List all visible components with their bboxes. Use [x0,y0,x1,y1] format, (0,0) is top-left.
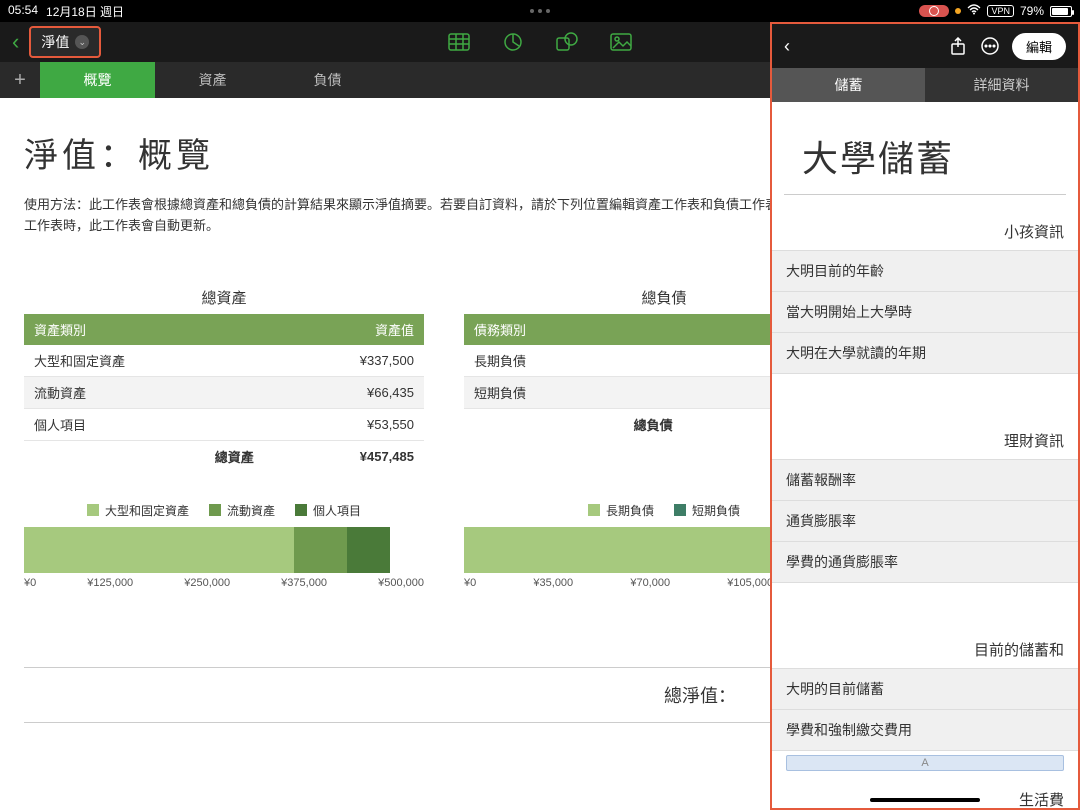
wifi-icon [967,4,981,18]
table-view-icon[interactable] [448,31,470,53]
assets-total-value: ¥457,485 [264,440,424,472]
panel-tabs: 儲蓄 詳細資料 [772,68,1078,102]
panel-back-button[interactable]: ‹ [784,36,790,57]
status-date: 12月18日 週日 [46,3,124,20]
table-row: 流動資產¥66,435 [24,376,424,408]
status-time: 05:54 [8,3,38,20]
status-bar: 05:54 12月18日 週日 VPN 79% [0,0,1080,22]
assets-table[interactable]: 資產類別 資產值 大型和固定資產¥337,500 流動資產¥66,435 個人項… [24,314,424,472]
list-item[interactable]: 大明目前的年齡 [772,251,1078,292]
share-icon[interactable] [948,36,968,56]
net-worth-label: 總淨值： [24,682,796,708]
assets-title: 總資產 [24,287,424,308]
table-row: 大型和固定資產¥337,500 [24,345,424,377]
panel-section-living: 生活費 [772,771,1078,808]
more-icon[interactable] [980,36,1000,56]
panel-section-finance: 理財資訊 [772,424,1078,459]
tab-assets[interactable]: 資產 [155,62,270,98]
list-item[interactable]: 通貨膨脹率 [772,501,1078,542]
liab-header-cat: 債務類別 [464,314,683,345]
assets-total-label: 總資產 [24,440,264,472]
list-item[interactable]: 大明在大學就讀的年期 [772,333,1078,374]
multitask-dots[interactable] [363,9,718,13]
panel-tab-savings[interactable]: 儲蓄 [772,68,925,102]
panel-tab-details[interactable]: 詳細資料 [925,68,1078,102]
vpn-icon: VPN [987,5,1014,17]
battery-percent: 79% [1020,4,1044,18]
table-row: 個人項目¥53,550 [24,408,424,440]
screen-record-indicator[interactable] [919,5,949,17]
media-view-icon[interactable] [610,31,632,53]
assets-chart: 大型和固定資產 流動資產 個人項目 ¥0 ¥125,000 ¥250,000 ¥… [24,472,424,617]
add-sheet-button[interactable]: + [0,62,40,98]
edit-button[interactable]: 編輯 [1012,33,1066,60]
battery-icon [1050,6,1072,17]
home-indicator[interactable] [870,798,980,802]
tab-liabilities[interactable]: 負債 [270,62,385,98]
back-button[interactable]: ‹ [12,29,19,55]
tab-overview[interactable]: 概覽 [40,62,155,98]
panel-title: 大學儲蓄 [784,102,1066,195]
list-item[interactable]: 學費和強制繳交費用 [772,710,1078,751]
liab-total-label: 總負債 [464,408,683,440]
assets-stacked-bar [24,527,424,573]
slideover-panel: ‹ 編輯 儲蓄 詳細資料 大學儲蓄 小孩資訊 大明目前的年齡 當大明開始上大學時… [770,22,1080,810]
list-item[interactable]: 儲蓄報酬率 [772,460,1078,501]
document-dropdown[interactable]: 淨值 ⌄ [29,26,101,58]
shape-view-icon[interactable] [556,31,578,53]
document-name: 淨值 [41,32,69,52]
list-item[interactable]: 學費的通貨膨脹率 [772,542,1078,583]
chart-view-icon[interactable] [502,31,524,53]
assets-column: 總資產 資產類別 資產值 大型和固定資產¥337,500 流動資產¥66,435… [24,287,424,472]
panel-toolbar: ‹ 編輯 [772,24,1078,68]
list-item[interactable]: 大明的目前儲蓄 [772,669,1078,710]
panel-section-savings: 目前的儲蓄和 [772,633,1078,668]
assets-header-val: 資產值 [264,314,424,345]
panel-table-finance[interactable]: 儲蓄報酬率 通貨膨脹率 學費的通貨膨脹率 [772,459,1078,583]
column-letter[interactable]: A [786,755,1064,771]
list-item[interactable]: 當大明開始上大學時 [772,292,1078,333]
assets-header-cat: 資產類別 [24,314,264,345]
panel-section-child: 小孩資訊 [772,215,1078,250]
orange-dot-icon [955,8,961,14]
panel-table-child[interactable]: 大明目前的年齡 當大明開始上大學時 大明在大學就讀的年期 [772,250,1078,374]
assets-chart-axis: ¥0 ¥125,000 ¥250,000 ¥375,000 ¥500,000 [24,577,424,589]
panel-body[interactable]: 大學儲蓄 小孩資訊 大明目前的年齡 當大明開始上大學時 大明在大學就讀的年期 理… [772,102,1078,808]
panel-table-savings[interactable]: 大明的目前儲蓄 學費和強制繳交費用 [772,668,1078,751]
assets-legend: 大型和固定資產 流動資產 個人項目 [24,502,424,519]
chevron-down-icon: ⌄ [75,35,89,49]
